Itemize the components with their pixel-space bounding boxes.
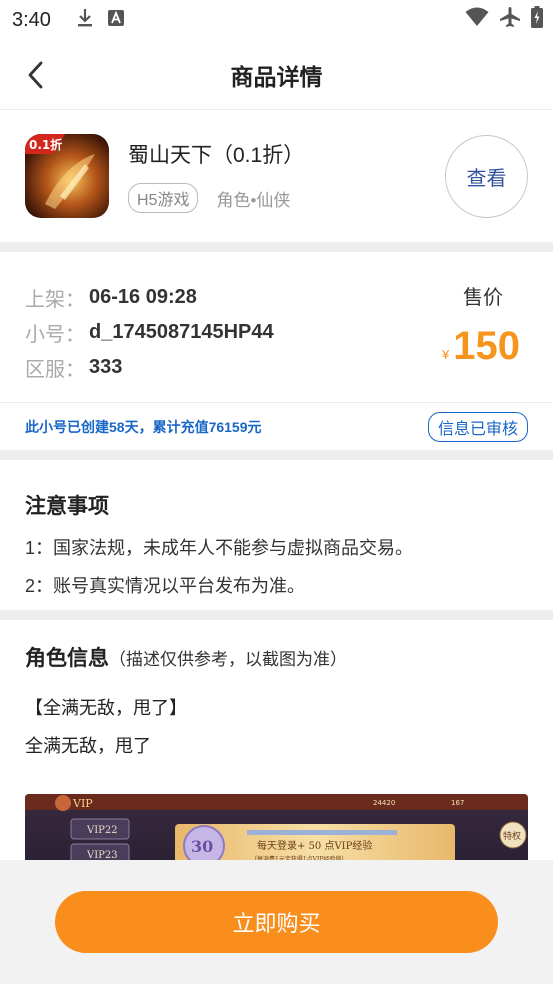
account-summary-row: 此小号已创建58天，累计充值76159元 信息已审核 [0,402,553,450]
view-button[interactable]: 查看 [445,135,528,218]
server-value: 333 [89,356,123,378]
bottom-bar: 立即购买 [0,860,553,984]
product-name: 蜀山天下（0.1折） [128,144,305,167]
section-divider [0,242,553,252]
screenshot-vip-item: VIP22 [86,825,118,836]
screenshot-vip-level: 30 [191,837,213,856]
server-label: 区服： [25,359,85,381]
section-divider [0,450,553,460]
screenshot-currency-2: 167 [451,799,464,807]
screenshot-vip-label: VIP [72,797,93,810]
game-icon[interactable]: 0.1折 [25,134,109,218]
page-title: 商品详情 [230,63,323,90]
note-item: 1：国家法规，未成年人不能参与虚拟商品交易。 [25,538,414,558]
account-label: 小号： [25,324,85,346]
screenshot-side-label: 特权 [503,830,521,842]
screenshot-currency-1: 24420 [373,799,395,807]
notes-heading: 注意事项 [25,495,109,518]
platform-tag: H5游戏 [128,183,199,213]
role-title: 【全满无敌，甩了】 [25,698,187,718]
role-screenshot[interactable]: VIP 24420 167 VIP22 VIP23 30 每天登录+ 50 点V… [25,794,528,864]
font-app-icon [108,9,124,31]
status-time: 3:40 [12,8,51,31]
airplane-mode-icon [499,6,521,33]
icon-badge-text: 0.1折 [29,137,62,152]
account-summary: 此小号已创建58天，累计充值76159元 [25,418,262,435]
role-heading-text: 角色信息 [25,647,109,670]
download-icon [76,8,94,33]
role-subheading: （描述仅供参考，以截图为准） [109,650,347,669]
listed-label: 上架： [25,289,85,311]
buy-now-button[interactable]: 立即购买 [55,891,498,953]
listed-value: 06-16 09:28 [89,286,197,308]
genre-label: 角色•仙侠 [216,190,291,210]
note-item: 2：账号真实情况以平台发布为准。 [25,576,306,596]
role-info-section: 角色信息（描述仅供参考，以截图为准） 【全满无敌，甩了】 全满无敌，甩了 VIP… [0,620,553,864]
product-header: 0.1折 蜀山天下（0.1折） H5游戏 角色•仙侠 查看 [0,110,553,242]
role-description: 全满无敌，甩了 [25,736,151,756]
chevron-left-icon [28,61,43,89]
battery-charging-icon [531,6,543,33]
section-divider [0,610,553,620]
verified-badge: 信息已审核 [427,411,528,442]
role-heading: 角色信息（描述仅供参考，以截图为准） [25,642,528,672]
price-amount: 150 [453,324,520,368]
price-label: 售价 [463,287,503,309]
account-value: d_1745087145HP44 [89,321,274,343]
listed-time-row: 上架： 06-16 09:28 [25,280,528,315]
notes-section: 注意事项 1：国家法规，未成年人不能参与虚拟商品交易。 2：账号真实情况以平台发… [0,460,553,610]
status-bar: 3:40 [0,0,553,40]
currency-symbol: ¥ [442,347,450,362]
nav-bar: 商品详情 [0,40,553,110]
screenshot-banner-line1: 每天登录+ 50 点VIP经验 [257,839,372,852]
price: ¥ 150 [442,324,520,369]
wifi-icon [465,7,489,32]
listing-details: 上架： 06-16 09:28 小号： d_1745087145HP44 区服：… [0,252,553,402]
back-button[interactable] [18,58,52,92]
